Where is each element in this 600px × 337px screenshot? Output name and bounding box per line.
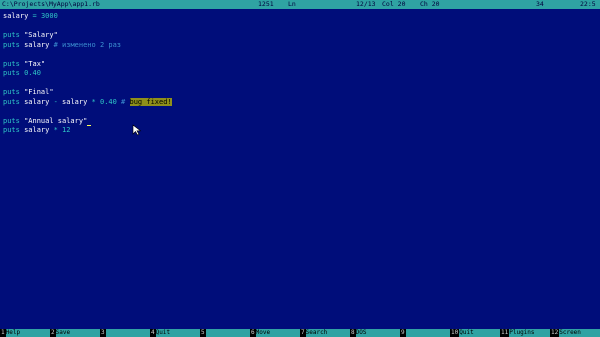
fkey-9[interactable]: 9 (400, 329, 450, 337)
column-indicator: Col 20 (382, 0, 406, 8)
cursor-position: 12/13 (356, 0, 376, 8)
code-token: 0.40 (24, 69, 41, 77)
code-token: salary (24, 97, 50, 106)
text-cursor (87, 125, 92, 126)
code-line[interactable]: puts "Final" (3, 88, 597, 98)
status-bar: C:\Projects\MyApp\app1.rb 1251 Ln 12/13 … (0, 0, 600, 9)
code-token: puts (3, 97, 20, 106)
fkey-8[interactable]: 8 DOS (350, 329, 400, 337)
fkey-4[interactable]: 4 Quit (150, 329, 200, 337)
fkey-6[interactable]: 6 Move (250, 329, 300, 337)
file-path: C:\Projects\MyApp\app1.rb (2, 0, 100, 8)
code-token: puts (3, 40, 20, 49)
code-line[interactable] (3, 79, 597, 89)
code-line[interactable]: puts "Tax" (3, 60, 597, 70)
fkey-5[interactable]: 5 (200, 329, 250, 337)
code-line[interactable] (3, 50, 597, 60)
code-line[interactable]: puts salary # изменено 2 раз (3, 41, 597, 51)
code-line[interactable]: puts "Annual salary" (3, 116, 597, 126)
code-token: "Salary" (24, 31, 58, 39)
code-token: salary (62, 97, 88, 106)
code-token: puts (3, 126, 20, 134)
fkey-7[interactable]: 7 Search (300, 329, 350, 337)
code-token: puts (3, 69, 20, 77)
code-token: puts (3, 116, 20, 125)
editor-window: C:\Projects\MyApp\app1.rb 1251 Ln 12/13 … (0, 0, 600, 337)
code-token: puts (3, 59, 20, 68)
code-token: - (49, 97, 63, 106)
code-token: salary (24, 40, 50, 49)
code-line[interactable]: puts salary - salary * 0.40 # bug fixed! (3, 97, 597, 108)
mouse-pointer-icon (132, 124, 142, 136)
fkey-1[interactable]: 1 Help (0, 329, 50, 337)
code-token: puts (3, 88, 20, 96)
code-token: 0.40 (99, 97, 117, 106)
code-page: 1251 (258, 0, 274, 8)
code-token: * (49, 126, 63, 134)
code-line[interactable] (3, 107, 597, 117)
code-line[interactable]: puts 0.40 (3, 69, 597, 79)
fkey-11[interactable]: 11 Plugins (500, 329, 550, 337)
clock: 22:5 (580, 0, 596, 8)
code-line[interactable]: salary = 3000 (3, 12, 597, 22)
mode-indicator: 34 (536, 0, 544, 8)
code-token: * (87, 97, 100, 106)
code-token: "Tax" (24, 59, 46, 68)
code-token: 3000 (40, 12, 58, 20)
char-code: Ch 20 (420, 0, 440, 8)
code-token: "Final" (24, 88, 54, 96)
fkey-3[interactable]: 3 (100, 329, 150, 337)
code-line[interactable] (3, 22, 597, 32)
code-token: 12 (62, 126, 71, 134)
code-token: salary (3, 12, 29, 20)
code-line[interactable]: puts salary * 12 (3, 126, 597, 136)
code-comment: # изменено 2 раз (53, 40, 122, 49)
function-key-bar: 1 Help 2 Save 3 4 Quit 5 6 Move 7 Search 8 DOS… (0, 329, 600, 337)
code-token: salary (24, 126, 50, 134)
code-line[interactable]: puts "Salary" (3, 31, 597, 41)
fkey-10[interactable]: 10 Quit (450, 329, 500, 337)
code-token: "Annual salary" (24, 116, 88, 125)
selected-text[interactable]: bug fixed! (129, 97, 172, 106)
line-ending: Ln (288, 0, 296, 8)
fkey-2[interactable]: 2 Save (50, 329, 100, 337)
fkey-12[interactable]: 12 Screen (550, 329, 600, 337)
code-token: # (116, 97, 130, 106)
code-token: = (28, 12, 41, 20)
code-token: puts (3, 31, 20, 39)
code-editor[interactable]: salary = 3000 puts "Salary" puts salary … (3, 12, 597, 327)
